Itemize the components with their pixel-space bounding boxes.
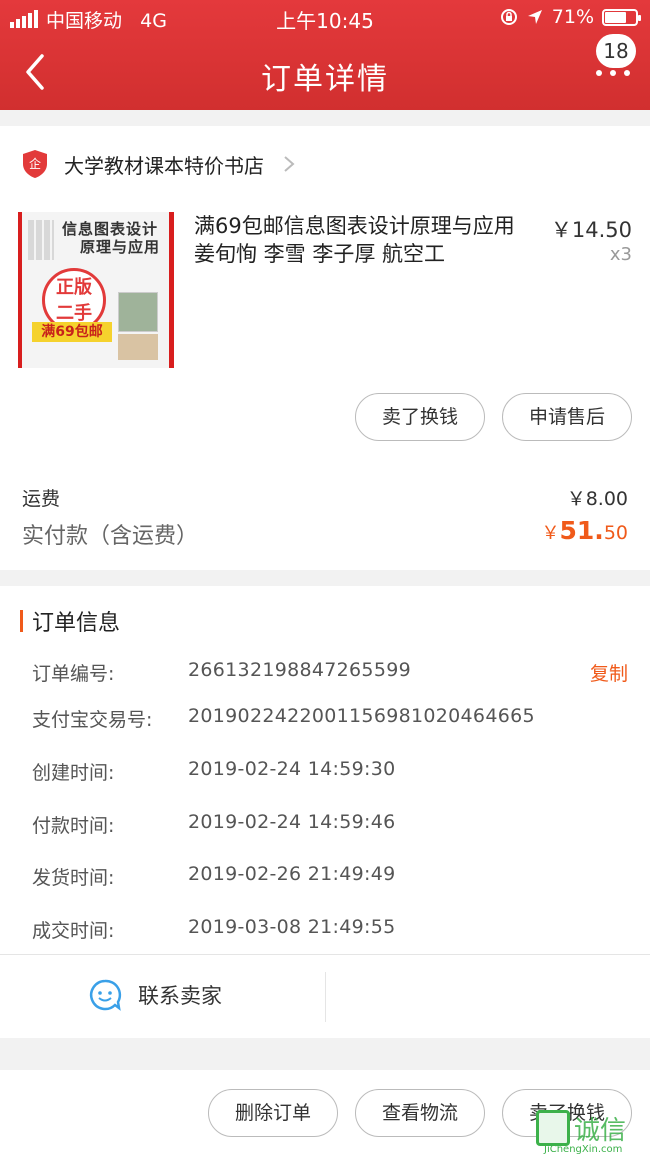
paid-label: 实付款（含运费） — [22, 524, 199, 549]
thumb-illustration — [118, 292, 158, 332]
vertical-divider — [325, 972, 326, 1022]
page-title: 订单详情 — [261, 62, 389, 97]
location-arrow-icon — [527, 10, 542, 24]
lock-rotation-icon — [500, 9, 517, 25]
message-count-badge: 18 — [596, 34, 636, 68]
watermark-sub: JiChengXin.com — [544, 1144, 623, 1155]
order-info-value: 2019-02-26 21:49:49 — [188, 863, 396, 885]
status-right: 71% — [500, 6, 641, 28]
thumb-ribbon: 满69包邮 — [32, 322, 112, 342]
order-info-value: 2019022422001156981020464665 — [188, 705, 535, 727]
watermark-logo — [536, 1110, 570, 1146]
chat-face-icon — [89, 979, 122, 1011]
shop-name: 大学教材课本特价书店 — [64, 153, 264, 178]
order-info-value: 2019-03-08 21:49:55 — [188, 916, 396, 938]
view-logistics-button[interactable]: 查看物流 — [355, 1089, 485, 1137]
thumb-illustration — [118, 334, 158, 360]
order-info-value: 266132198847265599 — [188, 659, 411, 681]
contact-seller-button[interactable]: 联系卖家 — [88, 978, 222, 1012]
order-info-label: 发货时间: — [32, 867, 115, 889]
chevron-right-icon — [284, 156, 295, 172]
shop-link[interactable]: 企 大学教材课本特价书店 — [22, 148, 296, 180]
order-info-value: 2019-02-24 14:59:30 — [188, 758, 396, 780]
section-accent-bar — [20, 610, 23, 632]
site-watermark: 诚信 JiChengXin.com — [532, 1106, 650, 1156]
after-sale-button[interactable]: 申请售后 — [502, 393, 632, 441]
sell-button[interactable]: 卖了换钱 — [355, 393, 485, 441]
order-info-label: 成交时间: — [32, 920, 115, 942]
battery-fill — [605, 11, 627, 23]
thumb-title-line2: 原理与应用 — [80, 238, 161, 256]
contact-seller-label: 联系卖家 — [138, 984, 222, 1008]
product-title[interactable]: 满69包邮信息图表设计原理与应用 姜旬恂 李雪 李子厚 航空工 — [194, 212, 530, 268]
order-info-label: 创建时间: — [32, 762, 115, 784]
product-quantity: x3 — [609, 244, 632, 265]
order-info-label: 订单编号: — [32, 663, 115, 685]
shipping-value: ￥8.00 — [566, 488, 628, 510]
copy-button[interactable]: 复制 — [590, 659, 628, 686]
product-thumbnail[interactable]: 信息图表设计 原理与应用 正版 二手 满69包邮 — [18, 212, 174, 368]
product-price: ￥14.50 — [550, 218, 632, 242]
battery-icon — [602, 8, 641, 26]
order-info-label: 付款时间: — [32, 815, 115, 837]
paid-value: ￥51.50 — [541, 516, 628, 545]
enterprise-shield-icon: 企 — [23, 150, 47, 178]
watermark-text: 诚信 — [574, 1116, 627, 1146]
order-info-value: 2019-02-24 14:59:46 — [188, 811, 396, 833]
top-bar: 中国移动 4G 上午10:45 71% 订单详情 18 — [0, 0, 650, 110]
order-info-title: 订单信息 — [32, 611, 121, 636]
more-icon[interactable] — [596, 66, 630, 80]
svg-text:企: 企 — [29, 156, 41, 171]
thumb-pattern — [28, 220, 54, 260]
divider — [0, 954, 650, 955]
shipping-label: 运费 — [22, 488, 61, 510]
battery-percent: 71% — [551, 6, 594, 28]
order-info-label: 支付宝交易号: — [32, 709, 153, 731]
status-bar: 中国移动 4G 上午10:45 71% — [0, 0, 650, 36]
delete-order-button[interactable]: 删除订单 — [208, 1089, 338, 1137]
